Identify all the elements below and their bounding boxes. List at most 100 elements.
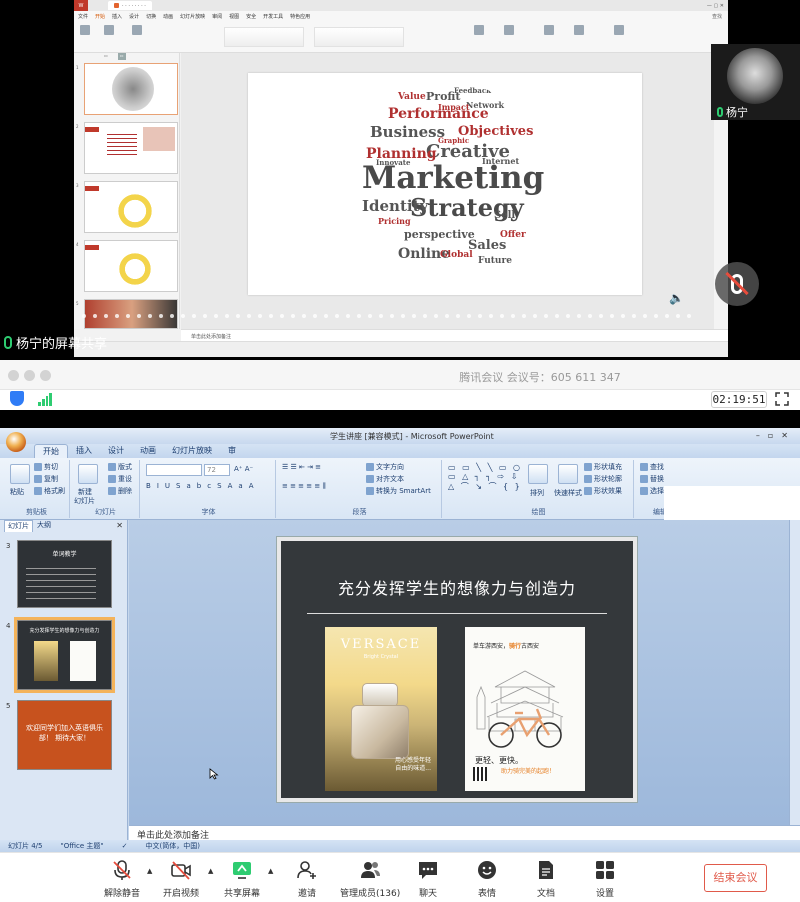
wps-menu-security[interactable]: 安全	[246, 13, 256, 20]
slide-title[interactable]: 充分发挥学生的想像力与创造力	[281, 575, 633, 599]
ppt-notes-pane[interactable]: 单击此处添加备注	[129, 825, 800, 841]
reactions-button[interactable]: 表情	[476, 859, 498, 899]
copy-button[interactable]: 复制	[34, 474, 58, 484]
paste-icon[interactable]	[80, 25, 90, 35]
wps-menu-dev[interactable]: 开发工具	[263, 13, 283, 20]
arrange-label[interactable]: 排列	[530, 488, 544, 498]
quick-access-toolbar[interactable]	[34, 431, 94, 441]
documents-button[interactable]: 文档	[535, 859, 557, 899]
ppt-thumb-5[interactable]: 欢迎同学们加入英语俱乐部！ 期待大家！	[17, 700, 112, 770]
tab-slides-panel[interactable]: 幻灯片	[4, 520, 33, 532]
wps-thumb-4[interactable]	[84, 240, 178, 292]
start-video-button[interactable]: 开启视频	[163, 859, 199, 899]
wps-menu-animation[interactable]: 动画	[163, 13, 173, 20]
wps-menu-review[interactable]: 审阅	[212, 13, 222, 20]
font-style-buttons[interactable]: BIUSabcSAaA	[146, 482, 260, 490]
font-name-combo[interactable]	[146, 464, 202, 476]
share-options-caret[interactable]: ▲	[268, 867, 273, 875]
current-slide[interactable]: 充分发挥学生的想像力与创造力 VERSACE Bright Crystal 用心…	[277, 537, 637, 802]
grow-font-icon[interactable]: A⁺ A⁻	[234, 465, 253, 473]
end-meeting-button[interactable]: 结束会议	[704, 864, 767, 892]
wps-menu-insert[interactable]: 插入	[112, 13, 122, 20]
settings-button[interactable]: 设置	[594, 859, 616, 899]
tab-animation[interactable]: 动画	[132, 444, 164, 458]
text-direction-button[interactable]: 文字方向	[366, 462, 404, 472]
replace-button[interactable]: 替换	[640, 474, 664, 484]
new-slide-label-2[interactable]: 幻灯片	[74, 496, 95, 506]
wps-menu-find[interactable]: 查找	[712, 13, 722, 20]
cut-button[interactable]: 剪切	[34, 462, 58, 472]
spellcheck-icon[interactable]: ✓	[122, 842, 128, 850]
shape-icon[interactable]	[504, 25, 514, 35]
layout-button[interactable]: 版式	[108, 462, 132, 472]
tab-home[interactable]: 开始	[34, 444, 68, 458]
textbox-icon[interactable]	[474, 25, 484, 35]
close-panel-icon[interactable]: ✕	[116, 521, 123, 530]
wps-menu-transition[interactable]: 切换	[146, 13, 156, 20]
quick-styles-label[interactable]: 快速样式	[554, 488, 582, 498]
align-text-button[interactable]: 对齐文本	[366, 474, 404, 484]
bullets-icon[interactable]: ☰ ☰ ⇤ ⇥ ≡	[282, 463, 321, 471]
wps-menu-home[interactable]: 开始	[95, 13, 105, 20]
align-icons[interactable]: ≡ ≡ ≡ ≡ ≡ ⫼	[282, 482, 326, 491]
paste-label[interactable]: 粘贴	[10, 487, 24, 497]
shape-effects-button[interactable]: 形状效果	[584, 486, 622, 496]
quick-styles-icon[interactable]	[558, 464, 578, 484]
ppt-thumb-4[interactable]: 充分发挥学生的想像力与创造力	[14, 617, 115, 693]
format-painter-button[interactable]: 格式刷	[34, 486, 65, 496]
unmute-button[interactable]: 解除静音	[104, 859, 140, 899]
chat-button[interactable]: 聊天	[417, 859, 439, 899]
wps-thumb-1[interactable]	[84, 63, 178, 115]
shape-fill-button[interactable]: 形状填充	[584, 462, 622, 472]
office-button-icon[interactable]	[6, 432, 26, 452]
wps-tab-outline[interactable]: ▭	[104, 53, 108, 60]
invite-button[interactable]: 邀请	[296, 859, 318, 899]
smartart-button[interactable]: 转换为 SmartArt	[366, 486, 431, 496]
wps-current-slide[interactable]: Marketing Strategy Creative Planning Bus…	[248, 73, 642, 295]
wps-window-controls[interactable]: — ▢ ✕	[707, 3, 728, 9]
cut-icon[interactable]	[104, 25, 114, 35]
arrange-icon[interactable]	[574, 25, 584, 35]
wps-notes[interactable]: 单击此处添加备注	[181, 329, 728, 341]
network-signal-icon[interactable]	[38, 393, 52, 406]
wps-menu-view[interactable]: 视图	[229, 13, 239, 20]
floating-mute-button[interactable]	[715, 262, 759, 306]
wps-doc-tab[interactable]: · · · · · · · ·	[108, 1, 152, 10]
audio-options-caret[interactable]: ▲	[147, 867, 152, 875]
security-shield-icon[interactable]	[10, 391, 24, 406]
manage-members-button[interactable]: 管理成员(136)	[340, 859, 400, 899]
perfume-ad-poster[interactable]: VERSACE Bright Crystal 用心感受年轻 自由的味道...	[325, 627, 437, 791]
arrange-icon[interactable]	[528, 464, 548, 484]
wps-menu-slideshow[interactable]: 幻灯片放映	[180, 13, 205, 20]
wps-thumb-3[interactable]	[84, 181, 178, 233]
font-size-combo[interactable]: 72	[204, 464, 230, 476]
speaker-icon[interactable]: 🔈	[669, 291, 684, 305]
share-screen-button[interactable]: 共享屏幕	[224, 859, 260, 899]
reset-button[interactable]: 重设	[108, 474, 132, 484]
font-box[interactable]	[224, 27, 304, 47]
new-slide-icon[interactable]	[78, 464, 98, 484]
new-slide-icon[interactable]	[132, 25, 142, 35]
video-options-caret[interactable]: ▲	[208, 867, 213, 875]
shapes-gallery[interactable]: ▭ ▭ ╲ ╲ ▭ ○ ▭ △ ┐ ┐ ⇨ ⇩ △ ⌒ ↘ ⌒ { }	[448, 463, 522, 492]
fullscreen-icon[interactable]	[775, 392, 789, 406]
participant-video-tile[interactable]: 杨宁	[711, 44, 800, 120]
vertical-scrollbar[interactable]	[789, 520, 800, 825]
shape-outline-button[interactable]: 形状轮廓	[584, 474, 622, 484]
wps-thumb-2[interactable]	[84, 122, 178, 174]
find-button[interactable]: 查找	[640, 462, 664, 472]
wps-tab-slides[interactable]: ▭	[117, 53, 126, 60]
delete-slide-button[interactable]: 删除	[108, 486, 132, 496]
bike-ad-poster[interactable]: 单车游西安，骑行古西安 更轻、更快。 助力骑完美的起跑！	[465, 627, 585, 791]
paragraph-box[interactable]	[314, 27, 404, 47]
wps-menu-file[interactable]: 文件	[78, 13, 88, 20]
tab-outline-panel[interactable]: 大纲	[37, 520, 51, 532]
tab-review[interactable]: 审	[220, 444, 244, 458]
select-icon[interactable]	[614, 25, 624, 35]
tab-design[interactable]: 设计	[100, 444, 132, 458]
paste-icon[interactable]	[10, 464, 30, 484]
ppt-thumb-3[interactable]: 单词教学	[17, 540, 112, 608]
wps-menu-special[interactable]: 特色应用	[290, 13, 310, 20]
tab-slideshow[interactable]: 幻灯片放映	[164, 444, 220, 458]
picture-icon[interactable]	[544, 25, 554, 35]
